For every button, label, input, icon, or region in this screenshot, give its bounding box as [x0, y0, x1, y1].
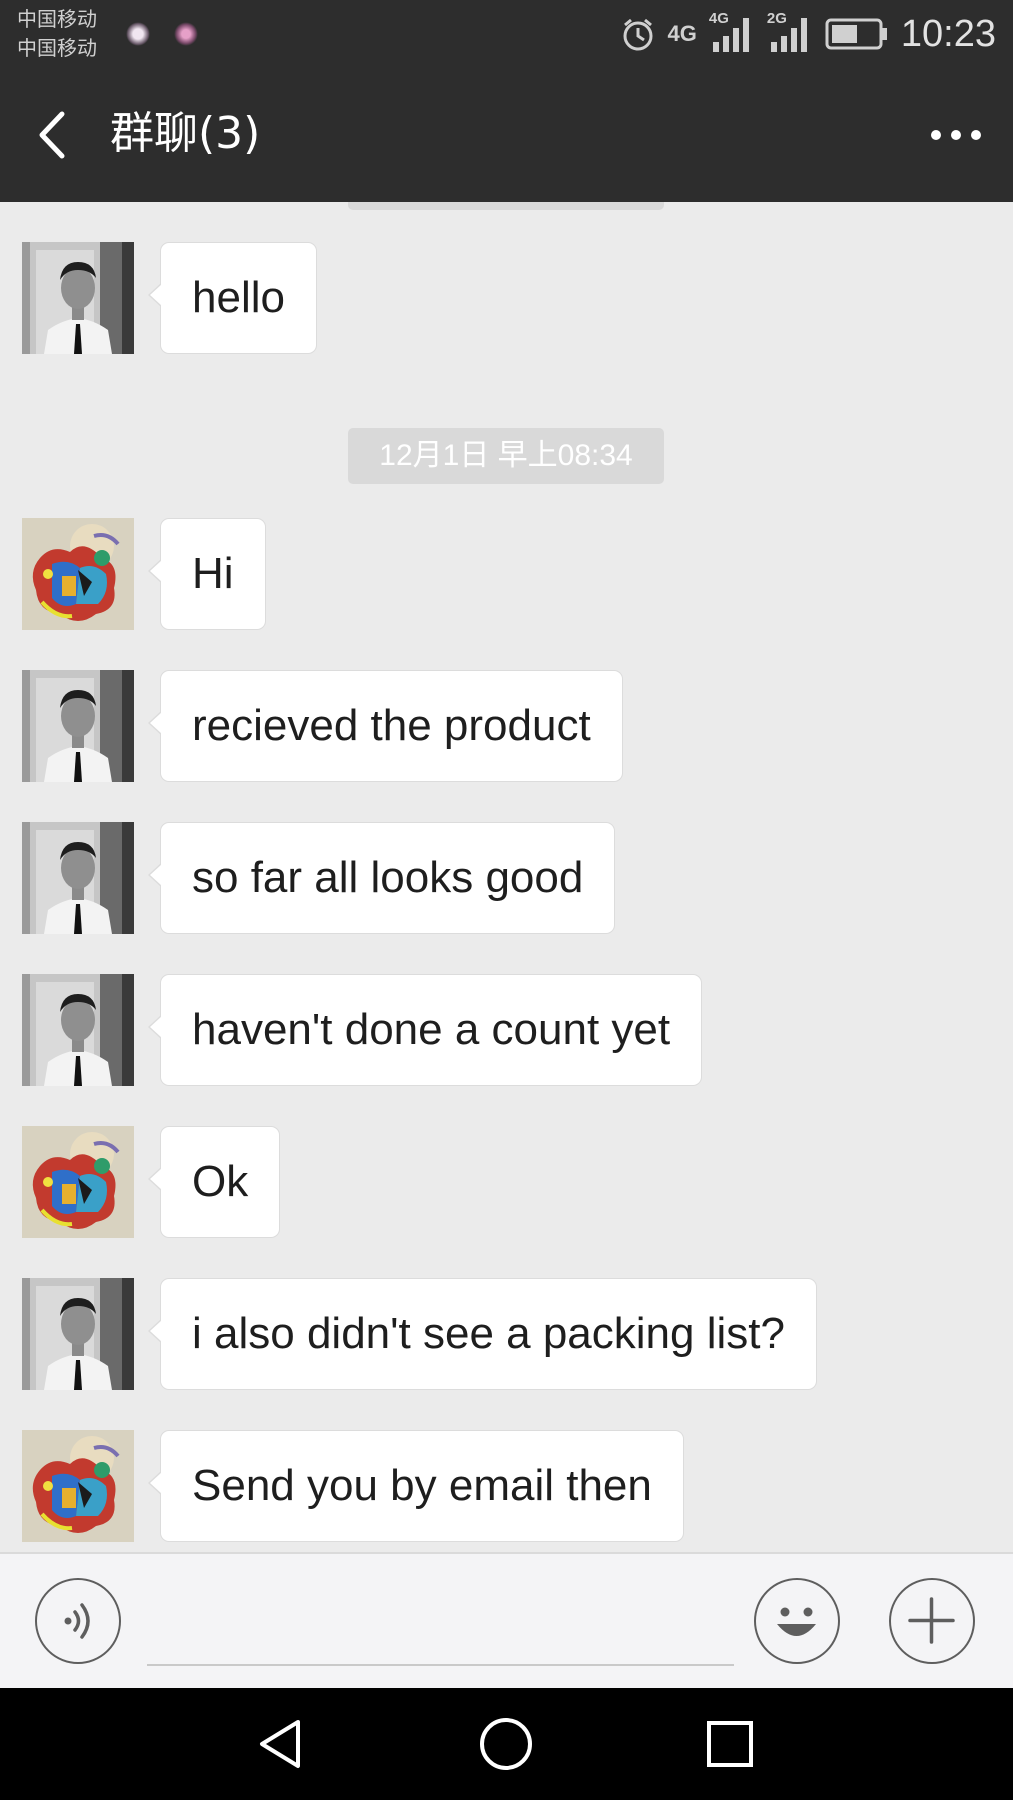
message-row: haven't done a count yet: [0, 974, 1013, 1086]
status-bar: 中国移动 中国移动 4G 4G 2G 10:23: [0, 0, 1013, 68]
signal-icon: 2G: [767, 10, 813, 54]
avatar[interactable]: [22, 242, 134, 354]
back-button[interactable]: [30, 98, 80, 172]
more-button[interactable]: [919, 108, 993, 162]
message-row: hello: [0, 242, 1013, 354]
nav-recents-button[interactable]: [700, 1714, 760, 1774]
avatar[interactable]: [22, 670, 134, 782]
nav-home-button[interactable]: [476, 1714, 536, 1774]
message-list[interactable]: hello 12月1日 早上08:34 Hi recieved the prod…: [0, 202, 1013, 1552]
message-row: i also didn't see a packing list?: [0, 1278, 1013, 1390]
status-icons: 4G 4G 2G 10:23: [620, 10, 996, 58]
plus-icon: [908, 1597, 955, 1644]
status-time: 10:23: [900, 12, 996, 55]
battery-icon: [825, 18, 887, 50]
alarm-icon: [623, 18, 653, 51]
nav-back-button[interactable]: [252, 1714, 312, 1774]
voice-icon: [64, 1603, 90, 1639]
emoji-button[interactable]: [754, 1578, 840, 1664]
message-bubble[interactable]: Ok: [147, 1126, 281, 1238]
timestamp-pill: 12月1日 早上08:34: [348, 428, 664, 484]
message-row: so far all looks good: [0, 822, 1013, 934]
message-row: Send you by email then: [0, 1430, 1013, 1542]
network-type-label-1: 4G: [667, 21, 697, 46]
message-bubble[interactable]: so far all looks good: [147, 822, 616, 934]
message-row: Hi: [0, 518, 1013, 630]
message-input[interactable]: [147, 1570, 734, 1666]
carrier-label-2: 中国移动: [17, 36, 97, 60]
message-bubble[interactable]: hello: [148, 242, 317, 354]
carrier-label-1: 中国移动: [17, 7, 97, 31]
message-bubble[interactable]: haven't done a count yet: [147, 974, 703, 1086]
message-row: Ok: [0, 1126, 1013, 1238]
avatar[interactable]: [22, 974, 134, 1086]
system-nav-bar: [0, 1688, 1013, 1800]
nav-recents-icon: [707, 1721, 753, 1767]
avatar[interactable]: [22, 822, 134, 934]
notification-dot-icon: [126, 22, 150, 46]
nav-home-icon: [480, 1718, 532, 1770]
add-button[interactable]: [889, 1578, 975, 1664]
message-bubble[interactable]: i also didn't see a packing list?: [148, 1278, 817, 1390]
avatar[interactable]: [22, 518, 134, 630]
avatar[interactable]: [22, 1278, 134, 1390]
input-bar: [0, 1552, 1013, 1690]
chat-header: 群聊(3): [0, 68, 1013, 202]
nav-back-icon: [260, 1720, 300, 1768]
signal-icon: 4G: [709, 10, 755, 54]
app-notification-icon: [174, 22, 198, 46]
avatar[interactable]: [22, 1126, 134, 1238]
message-bubble[interactable]: Send you by email then: [148, 1430, 684, 1542]
voice-button[interactable]: [35, 1578, 121, 1664]
emoji-icon: [777, 1607, 816, 1636]
avatar[interactable]: [22, 1430, 134, 1542]
message-bubble[interactable]: recieved the product: [148, 670, 623, 782]
timestamp-pill-clipped: [348, 202, 664, 210]
message-row: recieved the product: [0, 670, 1013, 782]
chat-title: 群聊(3): [110, 108, 261, 159]
more-dots-icon: [931, 130, 981, 140]
chevron-left-icon: [39, 111, 65, 159]
message-bubble[interactable]: Hi: [148, 518, 266, 630]
